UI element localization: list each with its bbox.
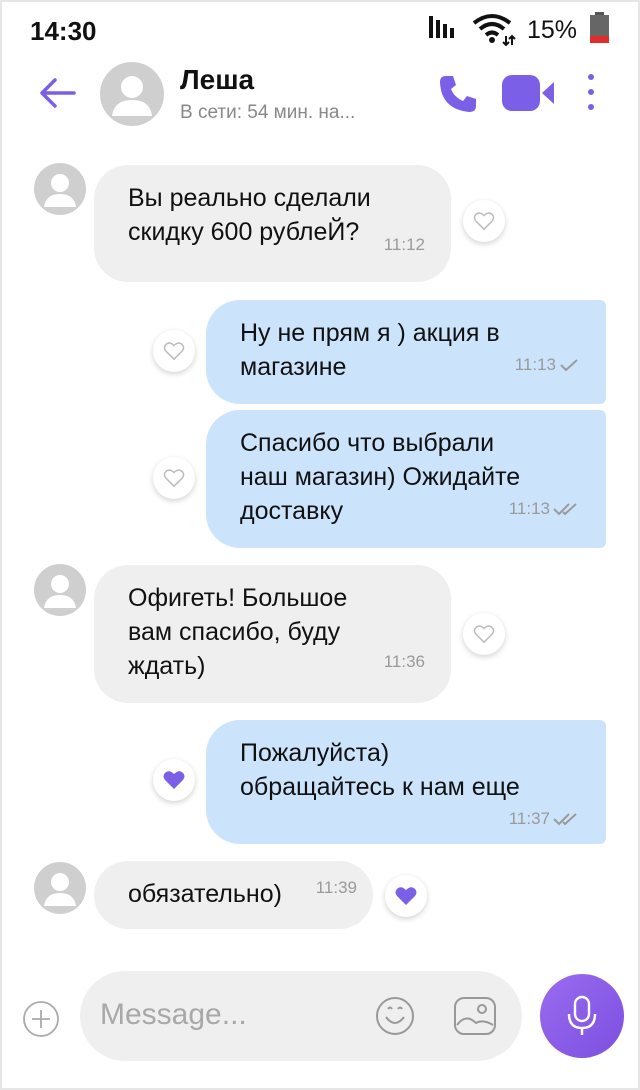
message-time: 11:13 <box>514 355 556 374</box>
message-meta: 11:36 <box>384 645 425 679</box>
message-bubble-incoming[interactable]: Офигеть! Большое вам спасибо, буду ждать… <box>94 565 451 703</box>
video-icon[interactable] <box>500 72 558 114</box>
wifi-icon <box>472 14 516 46</box>
heart-outline-icon <box>163 342 185 361</box>
heart-outline-icon <box>473 625 495 644</box>
microphone-icon <box>567 995 597 1035</box>
like-button[interactable] <box>463 200 505 242</box>
message-time: 11:37 <box>508 809 550 828</box>
double-check-icon <box>553 503 577 516</box>
message-meta: 11:39 <box>316 871 357 905</box>
double-check-icon <box>553 813 577 826</box>
message-meta: 11:13 <box>509 492 580 526</box>
message-meta: 11:12 <box>384 228 425 262</box>
message-input-placeholder: Message... <box>100 998 247 1031</box>
status-time: 14:30 <box>30 16 97 46</box>
plus-icon[interactable] <box>22 1000 60 1038</box>
status-bar: 14:30 15% <box>0 0 640 58</box>
message-input[interactable]: Message... <box>80 971 522 1061</box>
message-bubble-outgoing[interactable]: Пожалуйста) обращайтесь к нам еще 11:37 <box>206 720 606 844</box>
message-bubble-outgoing[interactable]: Ну не прям я ) акция в магазине 11:13 <box>206 300 606 404</box>
like-button[interactable] <box>385 875 427 917</box>
single-check-icon <box>560 359 578 372</box>
battery-percent: 15% <box>527 16 578 44</box>
more-icon[interactable] <box>582 72 600 112</box>
message-meta: 11:37 <box>509 802 580 836</box>
sender-avatar[interactable] <box>34 163 86 215</box>
like-button[interactable] <box>153 759 195 801</box>
contact-avatar[interactable] <box>100 62 164 126</box>
back-arrow-icon[interactable] <box>38 74 76 112</box>
message-bubble-incoming[interactable]: обязательно) 11:39 <box>94 861 373 929</box>
message-text: Пожалуйста) обращайтесь к нам еще <box>240 739 520 801</box>
microphone-button[interactable] <box>540 974 624 1058</box>
heart-filled-icon <box>395 887 417 905</box>
heart-filled-icon <box>163 771 185 789</box>
heart-outline-icon <box>473 212 495 231</box>
message-meta: 11:13 <box>515 348 580 382</box>
sender-avatar[interactable] <box>34 862 86 914</box>
like-button[interactable] <box>153 330 195 372</box>
battery-icon <box>590 12 609 43</box>
contact-status: В сети: 54 мин. на... <box>180 102 356 123</box>
message-time: 11:12 <box>383 235 425 254</box>
signal-icon <box>429 16 454 38</box>
message-time: 11:36 <box>383 652 425 671</box>
sender-avatar[interactable] <box>34 564 86 616</box>
contact-name[interactable]: Леша <box>180 64 254 96</box>
message-time: 11:39 <box>315 878 357 897</box>
chat-header: Леша В сети: 54 мин. на... <box>0 58 640 138</box>
heart-outline-icon <box>163 469 185 488</box>
message-bubble-outgoing[interactable]: Спасибо что выбрали наш магазин) Ожидайт… <box>206 410 606 548</box>
like-button[interactable] <box>463 613 505 655</box>
emoji-icon[interactable] <box>374 995 416 1037</box>
phone-icon[interactable] <box>437 73 479 115</box>
like-button[interactable] <box>153 457 195 499</box>
message-bubble-incoming[interactable]: Вы реально сделали скидку 600 рублеЙ? 11… <box>94 165 451 282</box>
message-time: 11:13 <box>508 499 550 518</box>
gallery-icon[interactable] <box>452 995 498 1037</box>
